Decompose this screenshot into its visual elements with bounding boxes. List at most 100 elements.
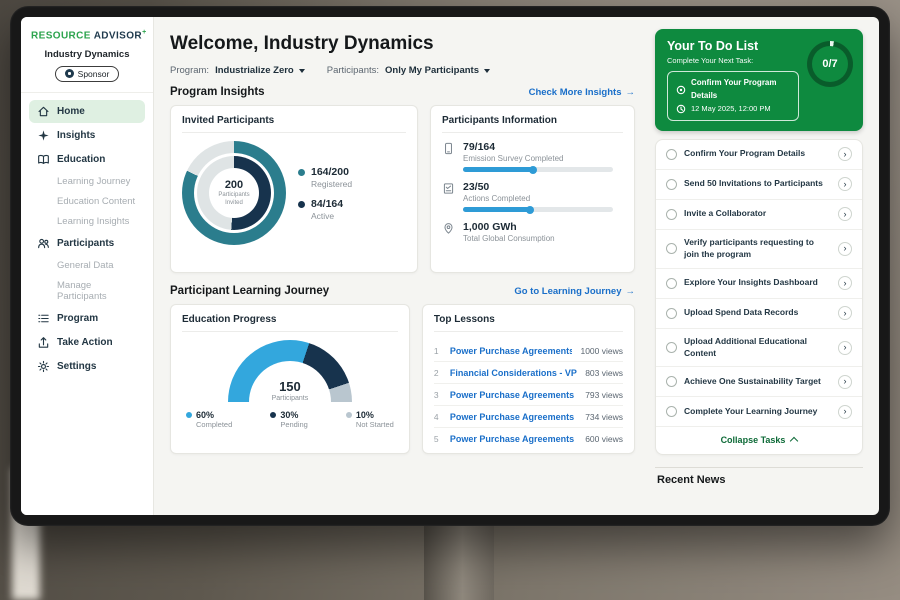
stat-label: Emission Survey Completed	[463, 154, 613, 163]
chevron-right-icon[interactable]: ›	[838, 177, 852, 191]
task-checkbox[interactable]	[666, 308, 677, 319]
task-checkbox[interactable]	[666, 342, 677, 353]
participants-filter-dropdown[interactable]: Only My Participants	[385, 65, 490, 76]
gauge-center-label: Participants	[228, 395, 352, 402]
sidebar-item-education[interactable]: Education	[29, 148, 145, 171]
chevron-right-icon[interactable]: ›	[838, 276, 852, 290]
lesson-link[interactable]: Power Purchase Agreements 103	[450, 434, 577, 444]
collapse-tasks-button[interactable]: Collapse Tasks	[656, 427, 862, 454]
survey-progress-bar	[463, 167, 613, 172]
task-row[interactable]: Invite a Collaborator ›	[656, 200, 862, 230]
task-checkbox[interactable]	[666, 243, 677, 254]
education-gauge-chart: 150 Participants	[228, 340, 352, 402]
legend-item-not-started: 10% Not Started	[346, 410, 394, 429]
task-checkbox[interactable]	[666, 376, 677, 387]
task-checkbox[interactable]	[666, 406, 677, 417]
task-row[interactable]: Upload Spend Data Records ›	[656, 299, 862, 329]
task-label: Invite a Collaborator	[684, 208, 831, 219]
education-progress-card: Education Progress 150 Participants 60%	[170, 304, 410, 454]
lesson-link[interactable]: Power Purchase Agreements 101	[450, 346, 573, 356]
sidebar-item-take-action[interactable]: Take Action	[29, 331, 145, 354]
task-checkbox[interactable]	[666, 179, 677, 190]
next-task-box[interactable]: Confirm Your Program Details 12 May 2025…	[667, 71, 799, 121]
task-checkbox[interactable]	[666, 278, 677, 289]
actions-progress-bar	[463, 207, 613, 212]
lesson-link[interactable]: Power Purchase Agreements 102	[450, 412, 577, 422]
sidebar-item-learning-journey[interactable]: Learning Journey	[29, 172, 145, 191]
gauge-center: 150 Participants	[228, 380, 352, 402]
task-label: Upload Additional Educational Content	[684, 336, 831, 359]
checklist-icon	[442, 182, 455, 195]
donut-center: 200 Participants Invited	[209, 168, 259, 218]
chevron-right-icon[interactable]: ›	[838, 306, 852, 320]
settings-gear-icon	[37, 360, 50, 373]
active-dot-icon	[298, 201, 305, 208]
stat-label: Actions Completed	[463, 194, 613, 203]
not-started-dot-icon	[346, 412, 352, 418]
chevron-right-icon[interactable]: ›	[838, 147, 852, 161]
arrow-right-icon: →	[626, 87, 636, 98]
chevron-right-icon[interactable]: ›	[838, 242, 852, 256]
clock-icon	[676, 104, 686, 114]
main-content: Welcome, Industry Dynamics Program: Indu…	[154, 17, 651, 515]
task-checkbox[interactable]	[666, 149, 677, 160]
survey-device-icon	[442, 142, 455, 155]
sidebar-item-manage-participants[interactable]: Manage Participants	[29, 276, 145, 306]
sidebar-item-learning-insights[interactable]: Learning Insights	[29, 212, 145, 231]
task-row[interactable]: Achieve One Sustainability Target ›	[656, 367, 862, 397]
sidebar-item-general-data[interactable]: General Data	[29, 256, 145, 275]
task-checkbox[interactable]	[666, 209, 677, 220]
lesson-link[interactable]: Power Purchase Agreements 101	[450, 390, 577, 400]
collapse-label: Collapse Tasks	[721, 435, 786, 445]
todo-panel: Your To Do List Complete Your Next Task:…	[651, 17, 879, 515]
task-row[interactable]: Explore Your Insights Dashboard ›	[656, 269, 862, 299]
logo-plus: +	[142, 29, 147, 36]
task-row[interactable]: Verify participants requesting to join t…	[656, 230, 862, 269]
invited-donut-chart: 200 Participants Invited	[182, 141, 286, 245]
task-row[interactable]: Send 50 Invitations to Participants ›	[656, 170, 862, 200]
lesson-views: 793 views	[585, 390, 623, 400]
todo-tasks-card: Confirm Your Program Details › Send 50 I…	[655, 139, 863, 456]
insights-icon	[37, 129, 50, 142]
go-to-learning-journey-link[interactable]: Go to Learning Journey →	[514, 286, 635, 297]
task-row[interactable]: Upload Additional Educational Content ›	[656, 329, 862, 368]
sidebar-item-label: Take Action	[57, 337, 113, 348]
org-section: Industry Dynamics Sponsor	[21, 47, 153, 93]
location-pin-icon	[442, 222, 455, 235]
sidebar-item-label: Manage Participants	[57, 280, 107, 302]
lesson-link[interactable]: Financial Considerations - VPPAs	[450, 368, 577, 378]
legend-label: Completed	[196, 420, 232, 429]
sidebar-item-program[interactable]: Program	[29, 307, 145, 330]
legend-value: 60%	[196, 410, 232, 420]
sidebar-item-home[interactable]: Home	[29, 100, 145, 123]
lesson-row: 3 Power Purchase Agreements 101 793 view…	[434, 384, 623, 406]
education-icon	[37, 153, 50, 166]
chevron-right-icon[interactable]: ›	[838, 405, 852, 419]
chevron-right-icon[interactable]: ›	[838, 375, 852, 389]
chevron-right-icon[interactable]: ›	[838, 207, 852, 221]
home-icon	[37, 105, 50, 118]
task-row[interactable]: Complete Your Learning Journey ›	[656, 397, 862, 427]
task-label: Achieve One Sustainability Target	[684, 376, 831, 387]
sponsor-badge[interactable]: Sponsor	[55, 66, 120, 82]
donut-center-label: Participants Invited	[213, 191, 255, 207]
chevron-right-icon[interactable]: ›	[838, 341, 852, 355]
logo-advisor: ADVISOR	[94, 30, 142, 41]
sidebar-item-settings[interactable]: Settings	[29, 355, 145, 378]
program-filter-dropdown[interactable]: Industrialize Zero	[215, 65, 305, 76]
check-more-insights-link[interactable]: Check More Insights →	[529, 87, 635, 98]
sidebar-item-education-content[interactable]: Education Content	[29, 192, 145, 211]
survey-progress-fill	[463, 167, 535, 172]
legend-item-pending: 30% Pending	[270, 410, 308, 429]
filters-bar: Program: Industrialize Zero Participants…	[170, 65, 635, 76]
arrow-right-icon: →	[626, 286, 636, 297]
sidebar-item-insights[interactable]: Insights	[29, 124, 145, 147]
logo-resource: RESOURCE	[31, 30, 91, 41]
dashboard-screen: RESOURCE ADVISOR+ Industry Dynamics Spon…	[21, 17, 879, 515]
lesson-rank: 5	[434, 434, 442, 444]
card-title: Participants Information	[442, 115, 623, 133]
sidebar-item-participants[interactable]: Participants	[29, 232, 145, 255]
task-row[interactable]: Confirm Your Program Details ›	[656, 140, 862, 170]
lesson-rank: 2	[434, 368, 442, 378]
todo-progress-value: 0/7	[812, 46, 848, 82]
